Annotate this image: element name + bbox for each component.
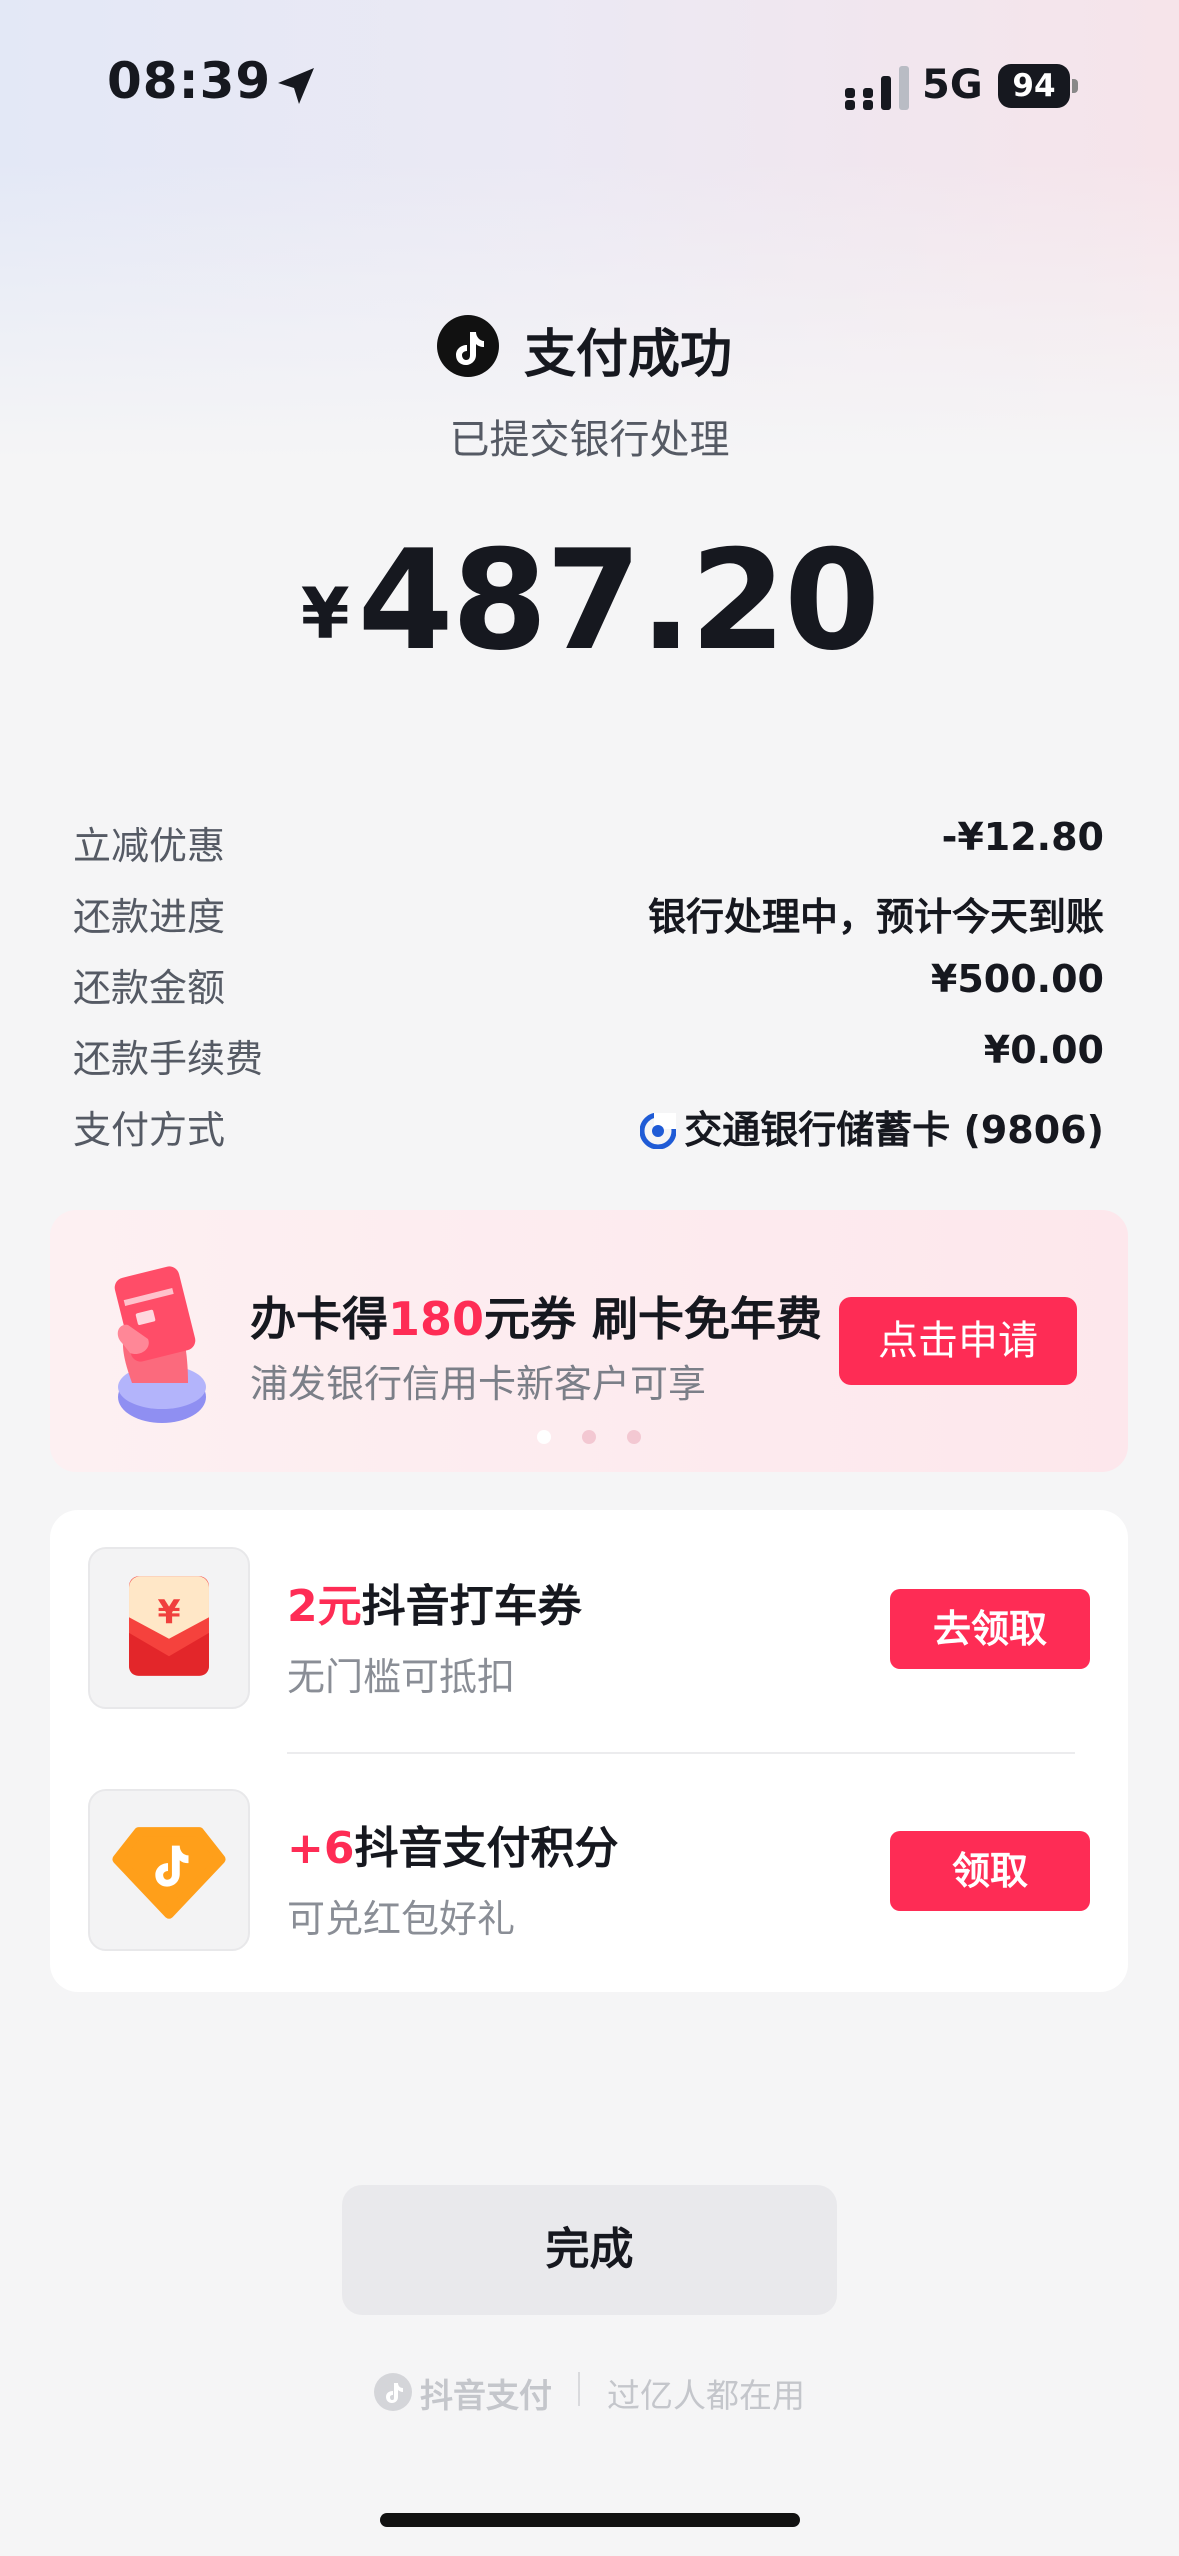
page-title: 支付成功: [524, 325, 733, 385]
reward-thumb: [88, 1789, 250, 1951]
claim-ride-coupon-button[interactable]: 去领取: [890, 1589, 1090, 1669]
douyin-pay-logo-icon: [374, 2373, 412, 2411]
payment-method-value: 交通银行储蓄卡 (9806): [640, 1099, 1104, 1154]
currency-symbol: ¥: [300, 573, 350, 655]
reward-title: 2元抖音打车券: [287, 1581, 582, 1632]
carousel-dot[interactable]: [627, 1430, 641, 1444]
repay-amount-value: ¥500.00: [930, 957, 1104, 1001]
promo-title: 办卡得180元券 刷卡免年费: [250, 1292, 823, 1346]
repay-amount-label: 还款金额: [73, 966, 226, 1010]
payment-method-label: 支付方式: [73, 1108, 226, 1152]
home-indicator[interactable]: [380, 2513, 800, 2527]
promo-subtitle: 浦发银行信用卡新客户可享: [250, 1362, 707, 1406]
location-arrow-icon: [278, 68, 314, 104]
points-badge-icon: [112, 1827, 226, 1919]
carousel-dot[interactable]: [582, 1430, 596, 1444]
status-time: 08:39: [107, 52, 272, 110]
carousel-dot-active[interactable]: [537, 1430, 551, 1444]
hand-credit-card-icon: [114, 1266, 206, 1423]
progress-value: 银行处理中，预计今天到账: [647, 895, 1104, 939]
battery-icon: 94: [998, 64, 1080, 108]
done-button[interactable]: 完成: [342, 2185, 837, 2315]
footer-brand: 抖音支付: [420, 2376, 552, 2415]
battery-level: 94: [998, 64, 1070, 108]
footer-separator: [578, 2372, 580, 2406]
network-type: 5G: [922, 62, 983, 108]
red-envelope-icon: ¥: [129, 1576, 209, 1676]
divider: [287, 1752, 1075, 1754]
reward-subtitle: 无门槛可抵扣: [287, 1655, 516, 1699]
reward-subtitle: 可兑红包好礼: [287, 1897, 516, 1941]
reward-thumb: ¥: [88, 1547, 250, 1709]
bank-of-communications-icon: [640, 1113, 677, 1149]
promo-highlight: 180: [388, 1292, 485, 1346]
page-subtitle: 已提交银行处理: [449, 417, 730, 463]
fee-value: ¥0.00: [983, 1028, 1104, 1072]
progress-label: 还款进度: [73, 895, 226, 939]
svg-text:¥: ¥: [157, 1592, 180, 1631]
douyin-logo-icon: [437, 315, 499, 377]
payment-method-text: 交通银行储蓄卡 (9806): [684, 1108, 1104, 1152]
discount-value: -¥12.80: [941, 815, 1104, 859]
amount-value: 487.20: [357, 520, 881, 681]
claim-points-button[interactable]: 领取: [890, 1831, 1090, 1911]
footer-slogan: 过亿人都在用: [607, 2376, 805, 2415]
apply-button[interactable]: 点击申请: [839, 1297, 1077, 1385]
fee-label: 还款手续费: [73, 1037, 264, 1081]
reward-title: +6抖音支付积分: [287, 1823, 619, 1874]
payment-amount: ¥487.20: [0, 520, 1179, 681]
cellular-signal-icon: [845, 66, 909, 110]
discount-label: 立减优惠: [73, 824, 226, 868]
